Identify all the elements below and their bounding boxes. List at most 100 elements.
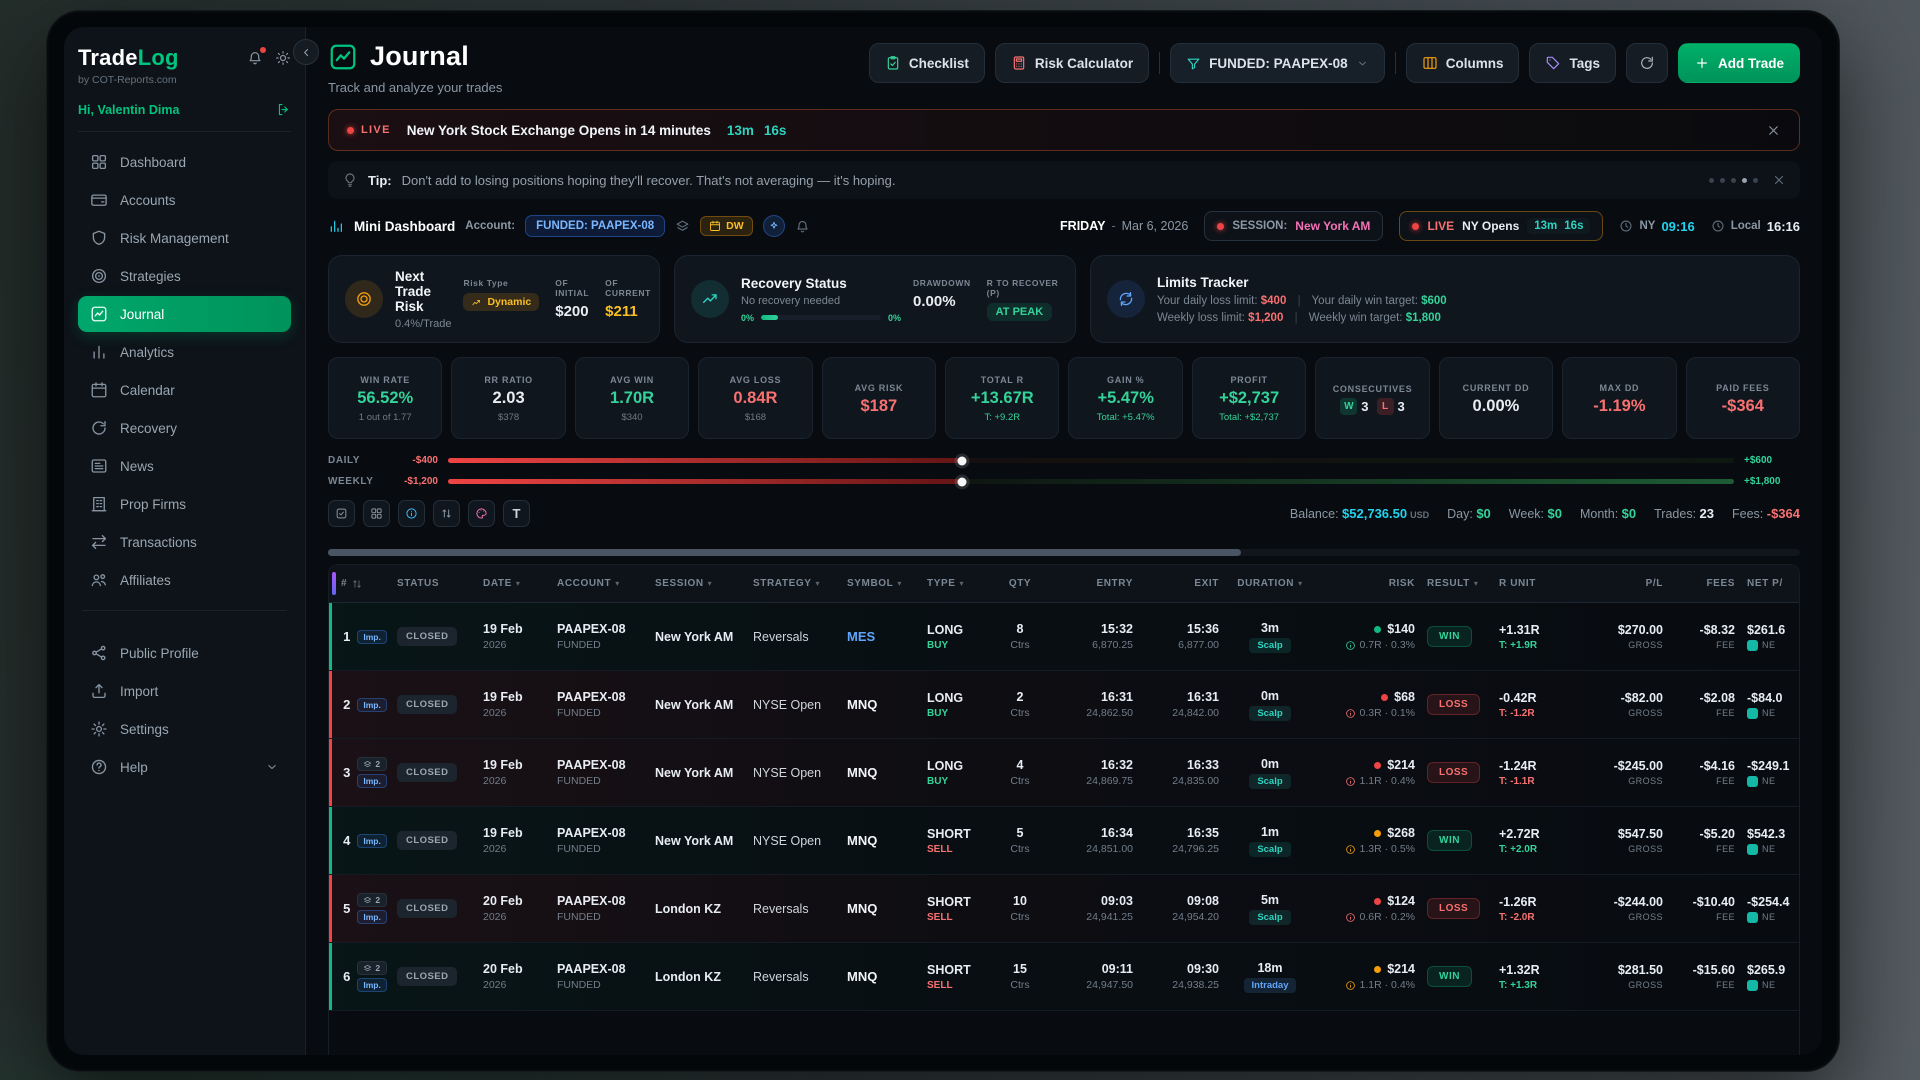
cell-qty: 5Ctrs	[991, 826, 1049, 855]
exit-price: 24,796.25	[1172, 843, 1219, 855]
gross-label: GROSS	[1628, 912, 1663, 922]
refresh-button[interactable]	[1626, 43, 1668, 83]
tip-pagination-dot[interactable]	[1731, 178, 1736, 183]
risk-calculator-button[interactable]: Risk Calculator	[995, 43, 1149, 83]
column-header-result[interactable]: RESULT▾	[1421, 578, 1493, 589]
column-header-strategy[interactable]: STRATEGY▾	[747, 578, 841, 589]
tags-button[interactable]: Tags	[1529, 43, 1616, 83]
sidebar-item-recovery[interactable]: Recovery	[78, 410, 291, 446]
table-row[interactable]: 2Imp.CLOSED19 Feb2026PAAPEX-08FUNDEDNew …	[329, 671, 1799, 739]
theme-toggle-sun-icon[interactable]	[275, 50, 291, 66]
weekly-bar-marker[interactable]	[958, 477, 967, 486]
account-badge[interactable]: FUNDED: PAAPEX-08	[525, 215, 665, 237]
text-size-button[interactable]: T	[503, 500, 530, 527]
sidebar-item-dashboard[interactable]: Dashboard	[78, 144, 291, 180]
sidebar-item-strategies[interactable]: Strategies	[78, 258, 291, 294]
table-row[interactable]: 4Imp.CLOSED19 Feb2026PAAPEX-08FUNDEDNew …	[329, 807, 1799, 875]
weekly-win-value: $1,800	[1406, 312, 1441, 324]
table-row[interactable]: 52Imp.CLOSED20 Feb2026PAAPEX-08FUNDEDLon…	[329, 875, 1799, 943]
recovery-progress-right: 0%	[888, 313, 901, 323]
column-label: TYPE	[927, 578, 956, 589]
sidebar-item-risk-management[interactable]: Risk Management	[78, 220, 291, 256]
layers-button[interactable]	[675, 219, 690, 234]
sidebar-item-public-profile[interactable]: Public Profile	[78, 635, 291, 671]
add-trade-button[interactable]: Add Trade	[1678, 43, 1800, 83]
logout-icon[interactable]	[276, 102, 291, 117]
columns-button[interactable]: Columns	[1406, 43, 1520, 83]
net-label: NE	[1762, 708, 1775, 718]
sort-button[interactable]	[433, 500, 460, 527]
palette-button[interactable]	[468, 500, 495, 527]
tip-close-button[interactable]	[1772, 173, 1786, 187]
weekly-loss-value: $1,200	[1248, 312, 1283, 324]
sidebar-item-analytics[interactable]: Analytics	[78, 334, 291, 370]
tip-pagination-dot[interactable]	[1753, 178, 1758, 183]
cell-entry: 16:3124,862.50	[1049, 690, 1139, 719]
info-button[interactable]	[398, 500, 425, 527]
cell-duration: 0mScalp	[1225, 757, 1315, 789]
sidebar-item-prop-firms[interactable]: Prop Firms	[78, 486, 291, 522]
alerts-button[interactable]	[795, 219, 810, 234]
sidebar-item-affiliates[interactable]: Affiliates	[78, 562, 291, 598]
sidebar-item-calendar[interactable]: Calendar	[78, 372, 291, 408]
notifications-button[interactable]	[247, 50, 263, 66]
table-row[interactable]: 32Imp.CLOSED19 Feb2026PAAPEX-08FUNDEDNew…	[329, 739, 1799, 807]
sidebar-collapse-button[interactable]	[293, 39, 319, 65]
tip-pagination-dot-active[interactable]	[1742, 178, 1747, 183]
entry-time: 16:34	[1101, 826, 1133, 840]
fees-label: FEE	[1716, 776, 1735, 786]
table-row[interactable]: 1Imp.CLOSED19 Feb2026PAAPEX-08FUNDEDNew …	[329, 603, 1799, 671]
cell-entry: 09:1124,947.50	[1049, 962, 1139, 991]
tip-pagination-dot[interactable]	[1709, 178, 1714, 183]
sidebar-item-accounts[interactable]: Accounts	[78, 182, 291, 218]
sparkle-button[interactable]	[763, 215, 785, 237]
banner-close-button[interactable]	[1766, 123, 1781, 138]
result-badge: WIN	[1427, 830, 1472, 851]
scrollbar-thumb[interactable]	[328, 549, 1241, 556]
sidebar-item-import[interactable]: Import	[78, 673, 291, 709]
sidebar-item-transactions[interactable]: Transactions	[78, 524, 291, 560]
account-filter-dropdown[interactable]: FUNDED: PAAPEX-08	[1170, 43, 1385, 83]
trade-side-sub: SELL	[927, 980, 953, 991]
column-header-type[interactable]: TYPE▾	[921, 578, 991, 589]
table-row[interactable]: 62Imp.CLOSED20 Feb2026PAAPEX-08FUNDEDLon…	[329, 943, 1799, 1011]
column-header-symbol[interactable]: SYMBOL▾	[841, 578, 921, 589]
cell-symbol: MNQ	[841, 901, 921, 916]
select-rows-button[interactable]	[328, 500, 355, 527]
cell-qty: 4Ctrs	[991, 758, 1049, 787]
risk-card-title: Next Trade Risk	[395, 269, 451, 314]
checklist-button[interactable]: Checklist	[869, 43, 985, 83]
sidebar-item-settings[interactable]: Settings	[78, 711, 291, 747]
cell-status: CLOSED	[391, 763, 477, 782]
cell-risk: $2681.3R · 0.5%	[1315, 826, 1421, 855]
column-header-duration[interactable]: DURATION▾	[1225, 578, 1315, 589]
account-name: PAAPEX-08	[557, 622, 626, 636]
imported-badge: Imp.	[357, 978, 386, 992]
row-number: 5	[343, 901, 350, 916]
account-name: PAAPEX-08	[557, 758, 626, 772]
horizontal-scrollbar	[328, 549, 1800, 556]
balance-label: Balance:	[1290, 507, 1339, 521]
column-header-r-unit: R UNIT	[1493, 578, 1577, 589]
daily-bar-marker[interactable]	[958, 456, 967, 465]
tip-pagination-dot[interactable]	[1720, 178, 1725, 183]
cell-r-unit: -1.24RT: -1.1R	[1493, 759, 1577, 787]
daily-limit-bar	[448, 458, 1734, 463]
stat-sub: Total: +$2,737	[1219, 412, 1279, 423]
strategy-name: Reversals	[753, 630, 809, 644]
r-unit: -1.26R	[1499, 895, 1537, 909]
daily-weekly-toggle[interactable]: DW	[700, 216, 753, 236]
column-label: RESULT	[1427, 578, 1470, 589]
stat-value: +5.47%	[1097, 389, 1153, 408]
sidebar-item-help[interactable]: Help	[78, 749, 291, 785]
risk-type-badge[interactable]: Dynamic	[463, 293, 539, 311]
account-type: FUNDED	[557, 639, 601, 651]
row-number: 2	[343, 697, 350, 712]
session-dot-icon	[1217, 223, 1224, 230]
sidebar-item-news[interactable]: News	[78, 448, 291, 484]
column-header-date[interactable]: DATE▾	[477, 578, 551, 589]
column-header-session[interactable]: SESSION▾	[649, 578, 747, 589]
column-header-account[interactable]: ACCOUNT▾	[551, 578, 649, 589]
grid-view-button[interactable]	[363, 500, 390, 527]
sidebar-item-journal[interactable]: Journal	[78, 296, 291, 332]
